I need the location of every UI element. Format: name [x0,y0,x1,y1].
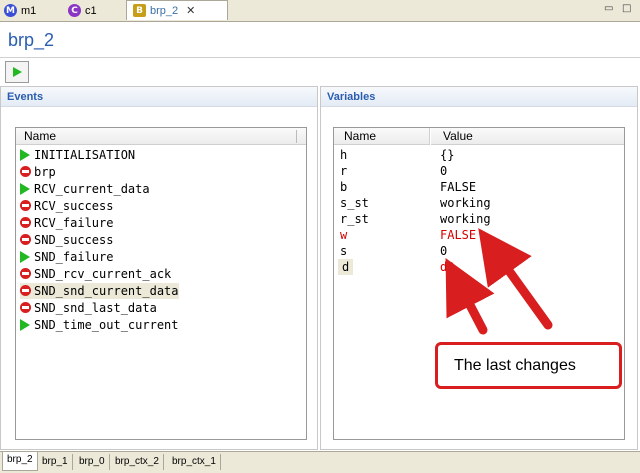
bottom-tab-brp-0[interactable]: brp_0 [75,454,110,470]
annotation-callout: The last changes [435,342,622,389]
annotation-arrows [445,228,553,335]
bottom-tab-brp-1[interactable]: brp_1 [38,454,73,470]
arrow-to-w [478,228,553,330]
bottom-tab-bar: brp_2 brp_1 brp_0 brp_ctx_2 brp_ctx_1 [0,451,640,473]
bottom-tab-brp-ctx-1[interactable]: brp_ctx_1 [168,454,221,470]
arrow-to-d [445,258,495,335]
bottom-tab-brp-ctx-2[interactable]: brp_ctx_2 [111,454,164,470]
bottom-tab-brp-2[interactable]: brp_2 [2,452,38,471]
